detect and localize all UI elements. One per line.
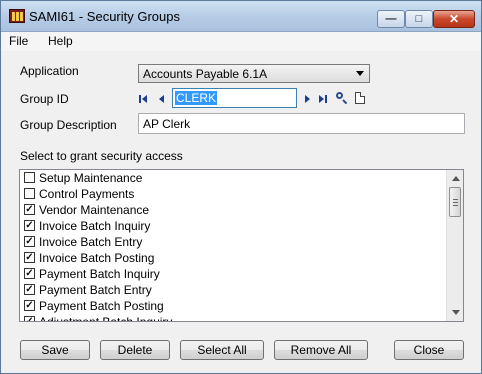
menu-bar: File Help [1, 32, 481, 51]
checkbox[interactable] [24, 172, 35, 183]
application-dropdown[interactable]: Accounts Payable 6.1A [138, 64, 370, 83]
minimize-button[interactable]: — [377, 10, 405, 28]
list-item[interactable]: ✓ Invoice Batch Posting [20, 250, 445, 266]
remove-all-button[interactable]: Remove All [274, 340, 368, 360]
save-button[interactable]: Save [20, 340, 90, 360]
access-list-items: Setup Maintenance Control Payments ✓ Vendor… [20, 170, 445, 322]
title-bar[interactable]: SAMI61 - Security Groups — □ ✕ [1, 1, 481, 32]
access-list-label: Select to grant security access [20, 149, 183, 163]
close-window-button[interactable]: ✕ [433, 10, 475, 28]
previous-record-icon[interactable] [156, 93, 168, 105]
list-item-label: Payment Batch Inquiry [39, 267, 160, 281]
list-item[interactable]: Control Payments [20, 186, 445, 202]
group-id-field[interactable]: CLERK [172, 88, 297, 108]
checkbox[interactable]: ✓ [24, 220, 35, 231]
list-item-label: Payment Batch Posting [39, 299, 164, 313]
security-groups-window: SAMI61 - Security Groups — □ ✕ File Help… [0, 0, 482, 374]
checkbox[interactable]: ✓ [24, 268, 35, 279]
menu-file[interactable]: File [9, 34, 28, 48]
select-all-button[interactable]: Select All [180, 340, 264, 360]
scrollbar-thumb[interactable] [449, 187, 461, 217]
scroll-up-icon[interactable] [452, 176, 460, 181]
list-item[interactable]: ✓ Vendor Maintenance [20, 202, 445, 218]
checkbox[interactable]: ✓ [24, 316, 35, 321]
checkbox[interactable]: ✓ [24, 284, 35, 295]
group-id-value: CLERK [175, 91, 218, 105]
vertical-scrollbar[interactable] [446, 170, 463, 321]
checkbox[interactable] [24, 188, 35, 199]
list-item-label: Control Payments [39, 187, 135, 201]
delete-button[interactable]: Delete [100, 340, 170, 360]
list-item-label: Payment Batch Entry [39, 283, 152, 297]
group-id-label: Group ID [20, 92, 69, 106]
window-title: SAMI61 - Security Groups [29, 9, 180, 24]
chevron-down-icon[interactable] [356, 71, 364, 76]
list-item[interactable]: ✓ Invoice Batch Entry [20, 234, 445, 250]
list-item[interactable]: ✓ Payment Batch Posting [20, 298, 445, 314]
checkbox[interactable]: ✓ [24, 204, 35, 215]
list-item[interactable]: ✓ Payment Batch Entry [20, 282, 445, 298]
checkbox[interactable]: ✓ [24, 252, 35, 263]
list-item[interactable]: ✓ Adjustment Batch Inquiry [20, 314, 445, 322]
close-button[interactable]: Close [394, 340, 464, 360]
security-access-list[interactable]: Setup Maintenance Control Payments ✓ Vendor… [19, 169, 464, 322]
list-item-label: Adjustment Batch Inquiry [39, 315, 173, 322]
list-item-label: Vendor Maintenance [39, 203, 150, 217]
list-item[interactable]: ✓ Invoice Batch Inquiry [20, 218, 445, 234]
next-record-icon[interactable] [303, 93, 315, 105]
list-item[interactable]: ✓ Payment Batch Inquiry [20, 266, 445, 282]
list-item-label: Invoice Batch Inquiry [39, 219, 151, 233]
group-description-field[interactable]: AP Clerk [138, 113, 465, 134]
app-icon [9, 9, 25, 23]
group-description-value: AP Clerk [143, 117, 191, 131]
application-value: Accounts Payable 6.1A [143, 67, 268, 81]
last-record-icon[interactable] [318, 93, 330, 105]
scroll-down-icon[interactable] [452, 310, 460, 315]
menu-help[interactable]: Help [48, 34, 73, 48]
form-area: Application Accounts Payable 6.1A Group … [1, 51, 481, 373]
magnifier-icon[interactable] [336, 92, 349, 105]
maximize-button[interactable]: □ [405, 10, 433, 28]
checkbox[interactable]: ✓ [24, 300, 35, 311]
application-label: Application [20, 64, 79, 78]
list-item-label: Invoice Batch Entry [39, 235, 143, 249]
group-description-label: Group Description [20, 118, 117, 132]
list-item-label: Setup Maintenance [39, 171, 143, 185]
new-document-icon[interactable] [355, 92, 365, 104]
checkbox[interactable]: ✓ [24, 236, 35, 247]
list-item[interactable]: Setup Maintenance [20, 170, 445, 186]
list-item-label: Invoice Batch Posting [39, 251, 155, 265]
first-record-icon[interactable] [139, 93, 151, 105]
